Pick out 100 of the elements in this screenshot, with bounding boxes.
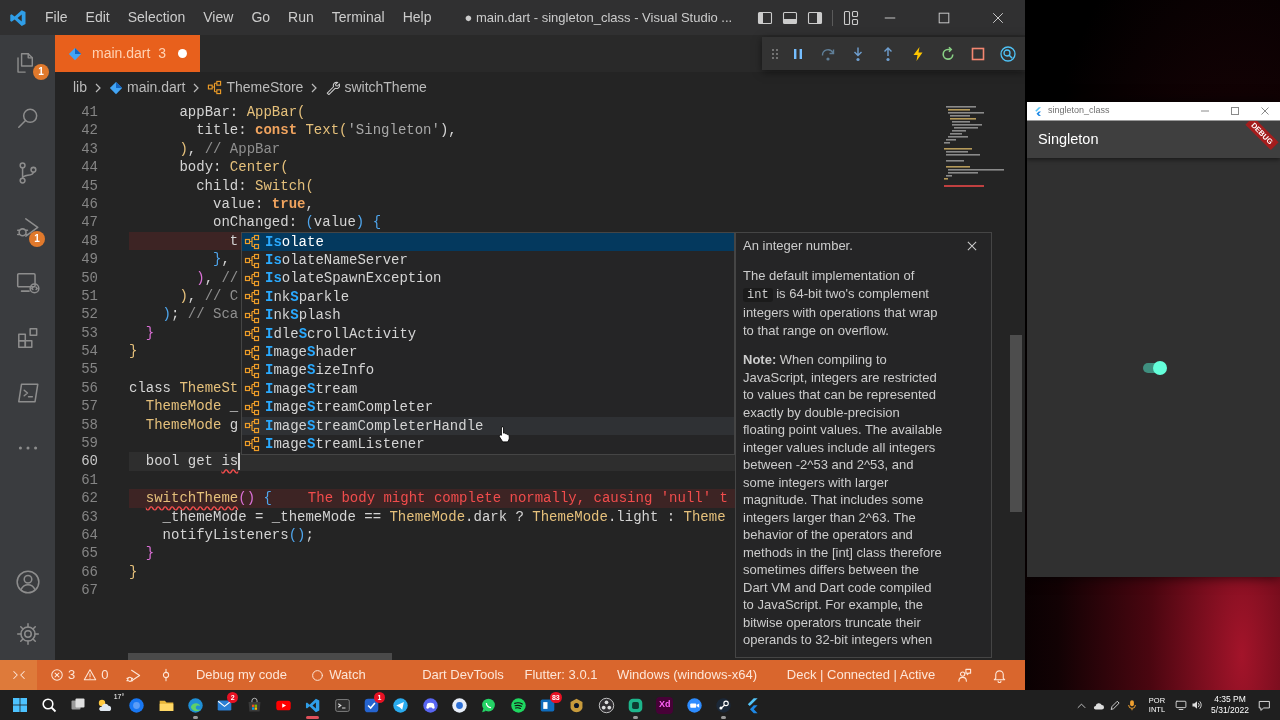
camera-icon[interactable] [685,696,703,714]
menu-item[interactable]: Go [242,0,280,35]
breadcrumb-item[interactable]: ThemeStore [207,77,304,98]
layout-grid-icon[interactable] [842,9,859,26]
line-number: 49 [80,250,98,269]
swirl-icon[interactable] [187,696,205,714]
suggestion-item[interactable]: InkSplash [242,306,734,325]
line-number: 60 [80,452,98,471]
stop-icon[interactable] [970,45,986,62]
menu-item[interactable]: Help [393,0,441,35]
suggestion-item[interactable]: ImageStreamListener [242,435,734,454]
breadcrumb-item[interactable]: switchTheme [325,77,427,98]
suggestion-item[interactable]: ImageSizeInfo [242,361,734,381]
weather-icon[interactable] [96,697,112,713]
class-symbol-icon [244,326,260,343]
line-number: 52 [80,305,98,324]
wrench-icon [325,80,341,95]
controller-icon[interactable] [421,696,439,714]
chevron-right-icon [93,81,103,94]
line-number: 58 [80,415,98,435]
code-line: _themeMode = _themeMode == ThemeMode.dark ? ThemeMode.light : Theme [162,507,726,526]
maximize-icon[interactable] [937,10,951,25]
suggestion-item[interactable]: ImageStream [242,380,734,399]
menu-item[interactable]: View [194,0,243,35]
suggestion-item[interactable]: InkSparkle [242,288,734,307]
settings-icon[interactable] [14,621,41,647]
monitor-icon[interactable] [1175,699,1187,711]
horizontal-scrollbar-thumb[interactable] [128,653,392,660]
suggestion-item[interactable]: IsolateNameServer [242,251,734,270]
code-line: } [129,562,138,582]
class-symbol-icon [244,436,260,453]
code-line: } [145,544,155,563]
maximize-icon[interactable] [1230,106,1240,116]
pen-icon[interactable] [1109,699,1121,711]
sidebar-layout-icon[interactable] [756,9,773,26]
class-symbol-icon [207,80,223,95]
error-icon [50,668,64,682]
menu-item[interactable]: Edit [76,0,119,35]
line-number: 44 [80,158,98,177]
run-debug-icon[interactable] [125,667,141,683]
right-sidebar-layout-icon[interactable] [806,9,823,26]
text-cursor [238,453,241,471]
panel-layout-icon[interactable] [781,9,798,26]
suggestion-item[interactable]: ImageStreamCompleter [242,398,734,417]
line-number: 64 [80,526,98,545]
magnifier-circle-icon[interactable] [1000,45,1016,62]
code-line: } [145,323,155,343]
suggestion-item[interactable]: ImageStreamCompleterHandle [242,416,734,436]
restart-icon[interactable] [940,45,956,62]
feedback-icon[interactable] [956,667,972,683]
key-icon[interactable] [715,696,733,714]
line-number: 67 [80,581,98,600]
class-symbol-icon [244,381,260,398]
app-tile[interactable]: Xd [656,696,674,714]
rounded-square-icon[interactable] [627,696,645,714]
menu-item[interactable]: File [36,0,77,35]
line-number: 47 [80,213,98,232]
suggestion-item[interactable]: Isolate [242,233,734,252]
clock-date[interactable]: 5/31/2022 [1211,705,1249,716]
breadcrumb-item[interactable]: main.dart [109,77,186,98]
check-app-icon[interactable] [363,696,381,714]
editor-app-icon[interactable] [304,696,322,714]
line-number: 61 [80,470,98,490]
three-dots-circle-icon[interactable] [597,696,615,714]
line-number: 41 [80,103,98,122]
class-symbol-icon [244,270,260,287]
menu-item[interactable]: Run [279,0,323,35]
close-icon[interactable] [991,10,1005,25]
round-app-icon[interactable] [128,696,146,714]
line-number: 56 [80,378,98,398]
notification-icon[interactable] [1257,698,1271,712]
window-title: ● main.dart - singleton_class - Visual Studio ... [464,8,733,27]
task-view-icon[interactable] [70,697,87,713]
scrollbar-thumb[interactable] [1010,335,1022,512]
notification-badge: 1 [33,64,49,80]
speaker-icon[interactable] [1191,699,1203,711]
class-symbol-icon [244,399,260,416]
dot-app-icon[interactable] [451,696,469,714]
close-icon[interactable] [966,240,978,252]
menu-item[interactable]: Terminal [322,0,394,35]
files-icon[interactable] [17,52,33,73]
start-icon[interactable] [11,697,28,713]
terminal-icon[interactable] [333,696,351,714]
suggestion-item[interactable]: IsolateSpawnException [242,269,734,289]
code-line: ), // C [179,286,239,306]
notification-badge: 1 [29,231,45,247]
warning-icon [83,668,98,682]
menu-item[interactable]: Selection [118,0,195,35]
bell-icon[interactable] [991,667,1007,683]
suggestion-item[interactable]: ImageShader [242,343,734,362]
microphone-icon[interactable] [1126,699,1138,711]
breadcrumb-item[interactable]: lib [73,77,87,98]
waves-circle-icon[interactable] [509,696,527,714]
chat-bubble-icon[interactable] [480,696,498,714]
account-icon[interactable] [14,569,41,595]
suggestion-item[interactable]: IdleScrollActivity [242,324,734,344]
search-icon[interactable] [41,697,57,713]
clock-time[interactable]: 4:35 PM [1214,694,1246,705]
paper-plane-icon[interactable] [392,696,410,714]
circle-icon [311,668,325,682]
